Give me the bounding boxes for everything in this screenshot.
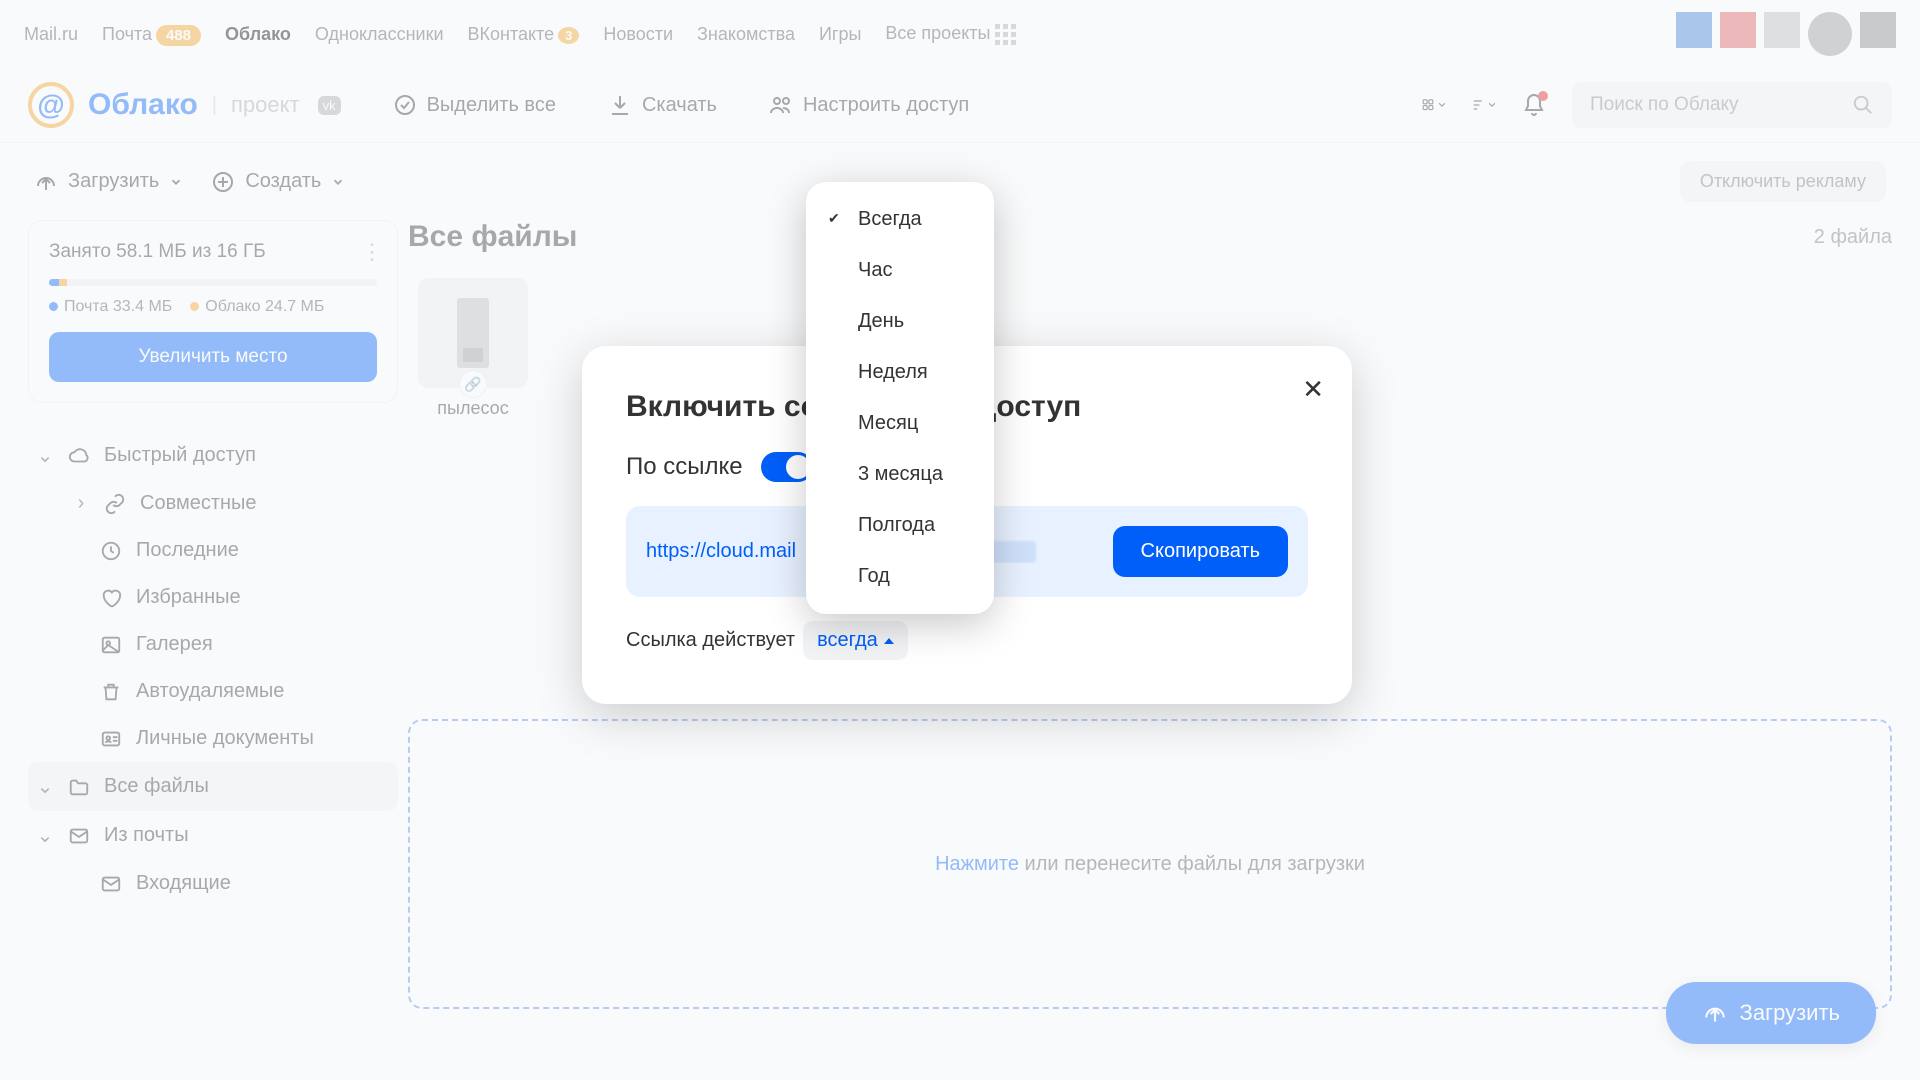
dd-option-year[interactable]: Год — [806, 551, 994, 602]
dd-option-hour[interactable]: Час — [806, 245, 994, 296]
copy-button[interactable]: Скопировать — [1113, 526, 1288, 577]
expiry-label: Ссылка действует — [626, 629, 795, 652]
link-toggle[interactable] — [761, 452, 813, 482]
dd-option-3months[interactable]: 3 месяца — [806, 449, 994, 500]
triangle-up-icon — [884, 638, 894, 644]
dd-option-always[interactable]: ✔Всегда — [806, 194, 994, 245]
close-button[interactable]: ✕ — [1302, 374, 1324, 405]
dd-option-week[interactable]: Неделя — [806, 347, 994, 398]
check-icon: ✔ — [828, 210, 840, 227]
expiry-dropdown: ✔Всегда Час День Неделя Месяц 3 месяца П… — [806, 182, 994, 614]
dd-option-month[interactable]: Месяц — [806, 398, 994, 449]
dd-option-halfyear[interactable]: Полгода — [806, 500, 994, 551]
dd-option-day[interactable]: День — [806, 296, 994, 347]
expiry-dropdown-trigger[interactable]: всегда — [803, 621, 908, 660]
by-link-label: По ссылке — [626, 453, 743, 481]
